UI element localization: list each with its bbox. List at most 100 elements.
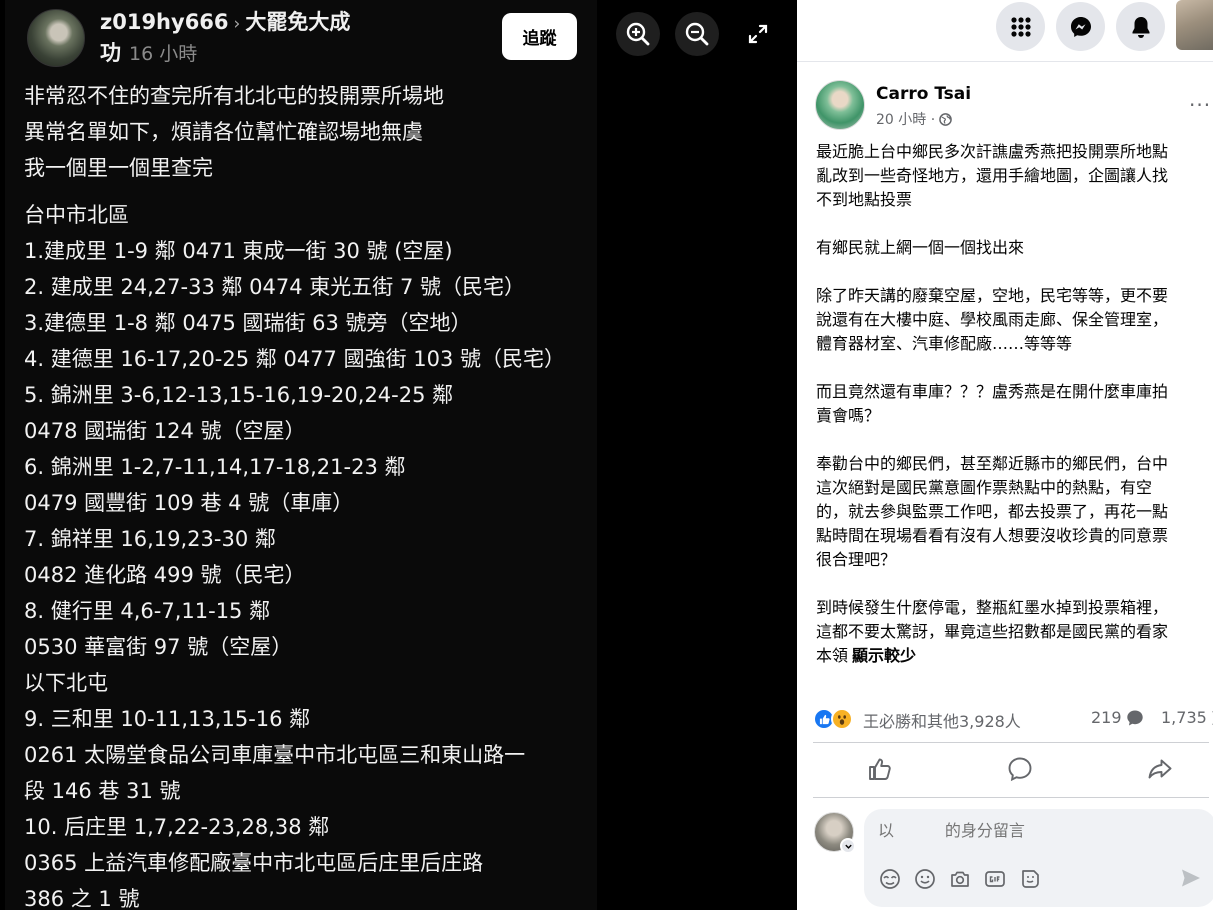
- comment-input[interactable]: [878, 821, 1198, 840]
- post-text-line: 這次絕對是國民黨意圖作票熱點中的熱點，有空: [816, 478, 1153, 497]
- comment-icon: [1008, 757, 1032, 782]
- zoom-in-button[interactable]: [616, 12, 660, 56]
- image-viewer: z019hy666 › 大罷免大成 功 16 小時 追蹤 非常忍不住的查完所有北北屯的…: [0, 0, 797, 910]
- divider-bottom: [813, 797, 1209, 798]
- divider-top: [813, 742, 1209, 743]
- post-time[interactable]: 20 小時 ·: [876, 109, 935, 129]
- notifications-button[interactable]: [1116, 2, 1165, 51]
- thumbs-up-icon: [869, 758, 891, 780]
- post-text-line: 有鄉民就上網一個一個找出來: [816, 238, 1025, 257]
- post-text-line: 說還有在大樓中庭、學校風雨走廊、保全管理室，: [816, 310, 1169, 329]
- shares-count[interactable]: 1,735: [1161, 708, 1213, 727]
- post-meta: 20 小時 ·: [876, 109, 952, 129]
- line-spacer: [816, 260, 1212, 284]
- sticker-button[interactable]: [1018, 868, 1041, 891]
- post-text-line: 本領 顯示較少: [816, 646, 917, 665]
- post-text-line: 點時間在現場看看有沒有人想要沒收珍貴的同意票: [816, 526, 1169, 545]
- post-text-line: 異常名單如下，煩請各位幫忙確認場地無虞: [24, 120, 423, 144]
- post-text: 最近脆上台中鄉民多次訐譙盧秀燕把投開票所地點 亂改到一些奇怪地方，還用手繪地圖，企…: [816, 140, 1212, 668]
- comment-tools: [878, 867, 1041, 891]
- post-text-line: 非常忍不住的查完所有北北屯的投開票所場地: [24, 84, 444, 108]
- post-author-avatar[interactable]: [815, 80, 865, 130]
- globe-icon: [939, 112, 952, 126]
- follow-button: 追蹤: [502, 13, 577, 60]
- post-text-line: 0365 上益汽車修配廠臺中市北屯區后庄里后庄路: [24, 851, 484, 875]
- post-text-line: 除了昨天講的廢棄空屋，空地，民宅等等，更不要: [816, 286, 1169, 305]
- emoji-icon: [914, 869, 935, 889]
- post-text-line: 8. 健行里 4,6-7,11-15 鄰: [24, 599, 271, 623]
- share-button[interactable]: [1095, 750, 1213, 788]
- zoom-in-icon: [626, 22, 650, 46]
- post-text-line: 386 之 1 號: [24, 887, 140, 910]
- messenger-button[interactable]: [1056, 2, 1105, 51]
- post-text-line: 最近脆上台中鄉民多次訐譙盧秀燕把投開票所地點: [816, 142, 1169, 161]
- gif-button[interactable]: [983, 868, 1006, 891]
- camera-icon: [950, 871, 969, 887]
- comment-composer: [864, 809, 1213, 907]
- post-text-line: 到時候發生什麼停電，整瓶紅墨水掉到投票箱裡，: [816, 598, 1169, 617]
- post-text-line: 而且竟然還有車庫？？？盧秀燕是在開什麼車庫拍: [816, 382, 1169, 401]
- sticker-icon: [1021, 870, 1039, 888]
- author-username: z019hy666: [100, 10, 229, 34]
- comment-button[interactable]: [955, 750, 1085, 788]
- avatar-sticker-icon: [879, 869, 900, 889]
- group-name-continued: 功: [100, 41, 121, 65]
- post-text-line: 0478 國瑞街 124 號（空屋）: [24, 419, 306, 443]
- camera-button[interactable]: [948, 868, 971, 891]
- post-time: 16 小時: [129, 43, 198, 65]
- shares-count-value: 1,735: [1161, 708, 1207, 727]
- threads-post-screenshot: z019hy666 › 大罷免大成 功 16 小時 追蹤 非常忍不住的查完所有北北屯的…: [5, 0, 597, 910]
- fullscreen-button[interactable]: [736, 12, 780, 56]
- post-text-line: 亂改到一些奇怪地方，還用手繪地圖，企圖讓人找: [816, 166, 1169, 185]
- post-text-line: 10. 后庄里 1,7,22-23,28,38 鄰: [24, 815, 330, 839]
- share-icon: [1148, 759, 1172, 779]
- post-text-line: 3.建德里 1-8 鄰 0475 國瑞街 63 號旁（空地）: [24, 311, 472, 335]
- post-text-line: 0530 華富街 97 號（空屋）: [24, 635, 293, 659]
- fb-top-bar: [797, 0, 1213, 62]
- post-text-line: 奉勸台中的鄉民們，甚至鄰近縣市的鄉民們，台中: [816, 454, 1169, 473]
- post-text-line: 7. 錦祥里 16,19,23-30 鄰: [24, 527, 276, 551]
- gif-icon: [984, 871, 1005, 887]
- breadcrumb-separator: ›: [233, 14, 241, 34]
- send-icon: [1182, 869, 1200, 887]
- post-text-line: 的，就去參與監票工作吧，都去投票了，再花一點: [816, 502, 1169, 521]
- reactions-bar: 王必勝和其他3,928人 219 1,735: [813, 706, 1213, 732]
- post-text-line: 很合理吧？: [816, 550, 897, 569]
- line-spacer: [816, 212, 1212, 236]
- post-text-line: 0479 國豐街 109 巷 4 號（車庫）: [24, 491, 354, 515]
- post-header: z019hy666 › 大罷免大成 功 16 小時: [100, 7, 400, 68]
- post-text-line: 台中市北區: [24, 203, 129, 227]
- send-comment-button[interactable]: [1180, 867, 1204, 891]
- reactions-summary[interactable]: 王必勝和其他3,928人: [863, 708, 1021, 732]
- post-author-name[interactable]: Carro Tsai: [876, 84, 971, 104]
- post-text-line: 我一個里一個里查完: [24, 156, 213, 180]
- bell-icon: [1132, 16, 1149, 38]
- line-spacer: [816, 428, 1212, 452]
- facebook-post-panel: Carro Tsai 20 小時 · ··· 最近脆上台中鄉民多次訐譙盧秀燕把投…: [797, 0, 1213, 910]
- post-text-line: 段 146 巷 31 號: [24, 779, 181, 803]
- author-avatar: [27, 9, 85, 67]
- zoom-out-button[interactable]: [675, 12, 719, 56]
- comment-bubble-icon: [1126, 710, 1143, 725]
- fullscreen-icon: [748, 24, 768, 44]
- messenger-icon: [1070, 16, 1091, 37]
- avatar-sticker-button[interactable]: [878, 868, 901, 891]
- more-options-button[interactable]: ···: [1189, 93, 1211, 117]
- post-text-line: 2. 建成里 24,27-33 鄰 0474 東光五街 7 號（民宅）: [24, 275, 525, 299]
- emoji-button[interactable]: [913, 868, 936, 891]
- post-text-line: 0261 太陽堂食品公司車庫臺中市北屯區三和東山路一: [24, 743, 526, 767]
- see-less-link[interactable]: 顯示較少: [852, 646, 916, 665]
- post-text-line: 賣會嗎？: [816, 406, 881, 425]
- line-spacer: [816, 572, 1212, 596]
- line-spacer: [24, 186, 594, 197]
- menu-button[interactable]: [996, 2, 1045, 51]
- account-avatar[interactable]: [1176, 0, 1213, 50]
- line-spacer: [816, 356, 1212, 380]
- profile-switch-chevron-icon[interactable]: [840, 838, 856, 854]
- comments-count[interactable]: 219: [1091, 708, 1144, 727]
- reaction-icons[interactable]: [813, 708, 857, 730]
- like-button[interactable]: [815, 750, 945, 788]
- comments-count-value: 219: [1091, 708, 1122, 727]
- grid-menu-icon: [1010, 16, 1031, 37]
- zoom-out-icon: [685, 22, 709, 46]
